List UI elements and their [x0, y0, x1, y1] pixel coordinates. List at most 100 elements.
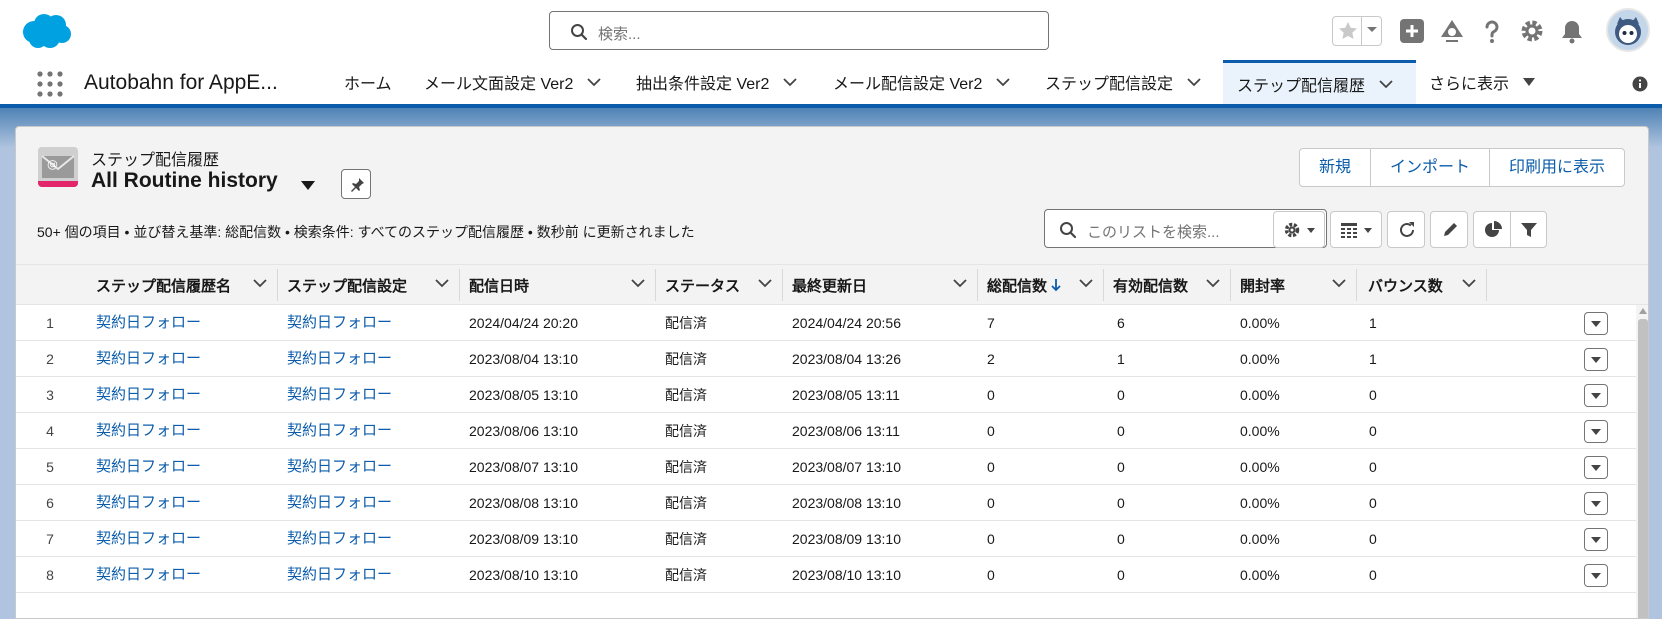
step-setting-link[interactable]: 契約日フォロー: [287, 341, 392, 377]
chevron-down-icon[interactable]: [783, 77, 798, 87]
cell-total: 0: [987, 387, 995, 403]
cell-status: 配信済: [665, 387, 707, 403]
chevron-down-icon[interactable]: [1462, 278, 1476, 288]
column-resizer[interactable]: [977, 269, 978, 301]
column-header-bounce[interactable]: バウンス数: [1368, 265, 1486, 305]
row-action-menu-button[interactable]: [1584, 312, 1608, 335]
scroll-up-icon[interactable]: [1639, 308, 1647, 314]
record-name-link[interactable]: 契約日フォロー: [96, 485, 201, 521]
bell-icon[interactable]: [1558, 17, 1586, 45]
record-name-link[interactable]: 契約日フォロー: [96, 305, 201, 341]
tab-step-delivery-setting[interactable]: ステップ配信設定: [1045, 60, 1201, 104]
row-action-menu-button[interactable]: [1584, 492, 1608, 515]
tab-home[interactable]: ホーム: [344, 60, 392, 104]
step-setting-link[interactable]: 契約日フォロー: [287, 413, 392, 449]
favorites-control[interactable]: [1332, 16, 1382, 46]
refresh-button[interactable]: [1387, 211, 1425, 248]
tab-mail-template[interactable]: メール文面設定 Ver2: [424, 60, 602, 104]
caret-down-icon[interactable]: [1523, 78, 1536, 86]
table-row: 4 契約日フォロー 契約日フォロー 2023/08/06 13:10 配信済 2023/0…: [16, 413, 1648, 449]
record-name-link[interactable]: 契約日フォロー: [96, 377, 201, 413]
tab-step-delivery-history[interactable]: ステップ配信履歴: [1223, 60, 1416, 104]
cell-total: 7: [987, 315, 995, 331]
step-setting-link[interactable]: 契約日フォロー: [287, 485, 392, 521]
step-setting-link[interactable]: 契約日フォロー: [287, 449, 392, 485]
caret-down-icon[interactable]: [301, 181, 315, 190]
star-icon[interactable]: [1336, 19, 1360, 43]
tab-extraction-condition[interactable]: 抽出条件設定 Ver2: [636, 60, 798, 104]
column-resizer[interactable]: [1486, 269, 1487, 301]
row-action-menu-button[interactable]: [1584, 420, 1608, 443]
column-header-valid[interactable]: 有効配信数: [1113, 265, 1230, 305]
chevron-down-icon[interactable]: [1206, 278, 1220, 288]
chart-button[interactable]: [1474, 212, 1511, 247]
record-name-link[interactable]: 契約日フォロー: [96, 413, 201, 449]
step-setting-link[interactable]: 契約日フォロー: [287, 305, 392, 341]
scrollbar-thumb[interactable]: [1638, 319, 1648, 618]
waffle-icon[interactable]: [36, 70, 64, 98]
row-action-menu-button[interactable]: [1584, 456, 1608, 479]
column-resizer[interactable]: [782, 269, 783, 301]
chevron-down-icon[interactable]: [1187, 77, 1201, 87]
column-header-sent-at[interactable]: 配信日時: [469, 265, 655, 305]
gear-icon[interactable]: [1518, 17, 1546, 45]
print-view-button[interactable]: 印刷用に表示: [1490, 149, 1624, 186]
cell-sent-at: 2023/08/06 13:10: [469, 423, 578, 439]
caret-down-icon: [1591, 429, 1601, 435]
record-name-link[interactable]: 契約日フォロー: [96, 521, 201, 557]
chevron-down-icon[interactable]: [758, 278, 772, 288]
column-header-open-rate[interactable]: 開封率: [1240, 265, 1356, 305]
column-resizer[interactable]: [1230, 269, 1231, 301]
step-setting-link[interactable]: 契約日フォロー: [287, 557, 392, 593]
chevron-down-icon[interactable]: [1379, 79, 1393, 89]
pin-list-button[interactable]: [341, 169, 371, 199]
row-action-menu-button[interactable]: [1584, 348, 1608, 371]
column-header-status[interactable]: ステータス: [665, 265, 782, 305]
info-icon[interactable]: [1632, 76, 1648, 92]
display-as-button[interactable]: [1330, 211, 1382, 248]
row-action-menu-button[interactable]: [1584, 564, 1608, 587]
user-avatar[interactable]: [1606, 8, 1650, 52]
tab-more[interactable]: さらに表示: [1429, 60, 1536, 104]
import-button[interactable]: インポート: [1371, 149, 1491, 186]
filter-button[interactable]: [1511, 212, 1547, 247]
record-name-link[interactable]: 契約日フォロー: [96, 449, 201, 485]
chevron-down-icon[interactable]: [435, 278, 449, 288]
list-view-title[interactable]: All Routine history: [91, 169, 278, 193]
chevron-down-icon[interactable]: [587, 77, 602, 87]
column-header-setting[interactable]: ステップ配信設定: [287, 265, 459, 305]
row-action-menu-button[interactable]: [1584, 528, 1608, 551]
column-resizer[interactable]: [277, 269, 278, 301]
chevron-down-icon[interactable]: [996, 77, 1011, 87]
row-action-menu-button[interactable]: [1584, 384, 1608, 407]
favorites-menu-button[interactable]: [1361, 17, 1381, 45]
global-search-input[interactable]: 検索...: [549, 11, 1049, 50]
inline-edit-button[interactable]: [1430, 211, 1468, 248]
column-resizer[interactable]: [655, 269, 656, 301]
step-setting-link[interactable]: 契約日フォロー: [287, 377, 392, 413]
salesforce-logo[interactable]: [20, 12, 72, 50]
column-header-name[interactable]: ステップ配信履歴名: [96, 265, 277, 305]
chevron-down-icon[interactable]: [631, 278, 645, 288]
column-header-modified[interactable]: 最終更新日: [792, 265, 977, 305]
column-resizer[interactable]: [459, 269, 460, 301]
chevron-down-icon[interactable]: [953, 278, 967, 288]
chevron-down-icon[interactable]: [1079, 278, 1093, 288]
record-name-link[interactable]: 契約日フォロー: [96, 341, 201, 377]
tab-mail-delivery-setting[interactable]: メール配信設定 Ver2: [833, 60, 1011, 104]
column-header-total[interactable]: 総配信数: [987, 265, 1103, 305]
cell-bounce: 0: [1369, 387, 1377, 403]
app-name: Autobahn for AppE...: [84, 71, 278, 94]
chevron-down-icon[interactable]: [253, 278, 267, 288]
new-button[interactable]: 新規: [1300, 149, 1372, 186]
chevron-down-icon[interactable]: [1332, 278, 1346, 288]
step-setting-link[interactable]: 契約日フォロー: [287, 521, 392, 557]
column-resizer[interactable]: [1103, 269, 1104, 301]
list-settings-button[interactable]: [1273, 211, 1325, 248]
question-icon[interactable]: [1478, 17, 1506, 45]
trailhead-icon[interactable]: [1438, 17, 1466, 45]
record-name-link[interactable]: 契約日フォロー: [96, 557, 201, 593]
column-resizer[interactable]: [1356, 269, 1357, 301]
plus-icon[interactable]: [1398, 17, 1426, 45]
vertical-scrollbar[interactable]: [1636, 305, 1648, 618]
